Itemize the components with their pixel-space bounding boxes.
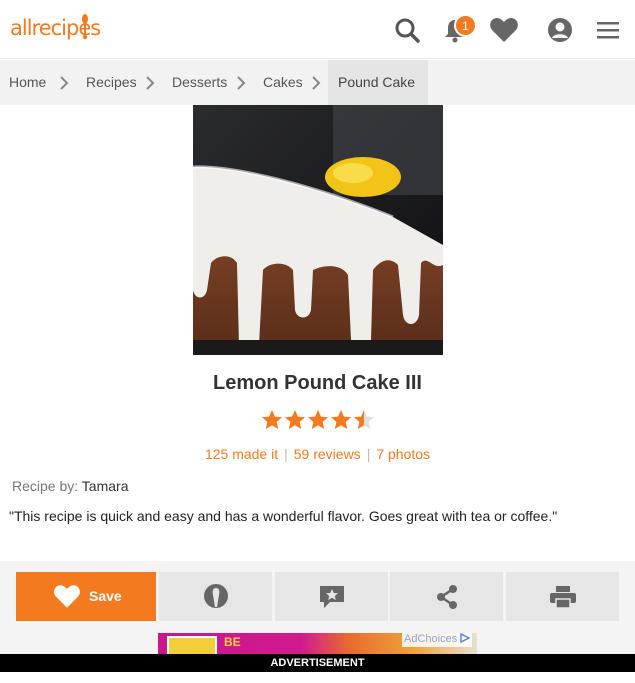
reviews-link[interactable]: 59 reviews	[294, 446, 361, 462]
favorites-button[interactable]	[489, 15, 519, 45]
recipe-photo[interactable]	[193, 105, 443, 355]
menu-button[interactable]	[593, 15, 623, 45]
page-bottom	[0, 672, 635, 683]
chevron-right-icon	[60, 76, 69, 90]
advertisement-label: ADVERTISEMENT	[0, 654, 635, 672]
menu-icon	[597, 22, 619, 39]
heart-icon	[490, 18, 518, 42]
breadcrumb-desserts[interactable]: Desserts	[172, 60, 227, 105]
star-full-icon	[308, 410, 328, 429]
chevron-right-icon	[312, 76, 321, 90]
breadcrumb: Home Recipes Desserts Cakes Pound Cake	[0, 60, 635, 105]
profile-icon	[548, 18, 572, 42]
star-rating[interactable]	[261, 409, 375, 433]
ad-headline: BE	[224, 635, 241, 649]
adchoices-icon	[460, 632, 471, 644]
save-button-label: Save	[89, 588, 122, 604]
chevron-right-icon	[237, 76, 246, 90]
breadcrumb-pound-cake[interactable]: Pound Cake	[328, 60, 428, 105]
site-header: allrecipes 1	[0, 0, 635, 59]
search-button[interactable]	[392, 15, 422, 45]
star-full-icon	[331, 410, 351, 429]
save-button[interactable]: Save	[16, 572, 156, 621]
adchoices-label: AdChoices	[404, 633, 458, 645]
recipe-by-label: Recipe by:	[12, 478, 79, 494]
review-button[interactable]	[275, 572, 388, 621]
spoon-logo-icon	[82, 14, 88, 40]
star-full-icon	[262, 410, 282, 429]
print-icon	[549, 585, 576, 609]
share-icon	[436, 584, 457, 609]
breadcrumb-cakes[interactable]: Cakes	[263, 60, 303, 105]
recipe-byline: Recipe by: Tamara	[12, 478, 128, 494]
lemon-pound-cake-image	[193, 105, 443, 355]
search-icon	[395, 18, 420, 43]
breadcrumb-recipes[interactable]: Recipes	[86, 60, 137, 105]
star-full-icon	[285, 410, 305, 429]
author-link[interactable]: Tamara	[82, 478, 129, 494]
review-icon	[319, 585, 344, 608]
notification-badge: 1	[454, 14, 477, 37]
profile-button[interactable]	[545, 15, 575, 45]
share-button[interactable]	[390, 572, 503, 621]
breadcrumb-home[interactable]: Home	[9, 60, 46, 105]
recipe-description: "This recipe is quick and easy and has a…	[9, 508, 558, 524]
photos-link[interactable]: 7 photos	[376, 446, 430, 462]
made-it-button[interactable]	[159, 572, 272, 621]
heart-icon	[54, 585, 80, 608]
star-half-icon	[354, 410, 374, 429]
print-button[interactable]	[506, 572, 619, 621]
recipe-stats: 125 made it | 59 reviews | 7 photos	[204, 446, 431, 462]
made-it-icon	[203, 583, 228, 608]
chevron-right-icon	[146, 76, 155, 90]
adchoices-link[interactable]: AdChoices	[402, 632, 473, 647]
recipe-title: Lemon Pound Cake III	[213, 372, 422, 394]
made-it-count-link[interactable]: 125 made it	[205, 446, 278, 462]
